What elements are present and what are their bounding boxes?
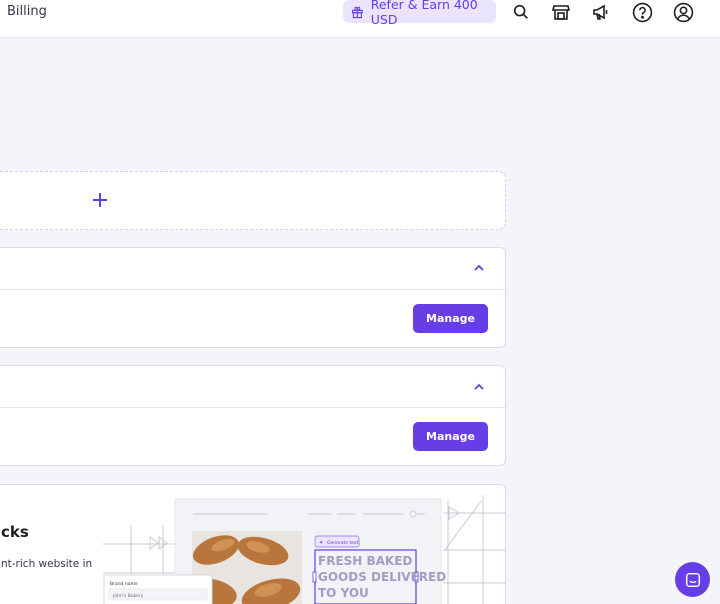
account-icon (673, 2, 693, 22)
manage-button[interactable]: Manage (413, 304, 488, 333)
promo-card: cks nt-rich website in ✦ Generate text F… (0, 484, 506, 604)
top-bar: Billing Refer & Earn 400 USD (0, 0, 720, 38)
chevron-up-icon[interactable] (472, 380, 486, 394)
refer-earn-button[interactable]: Refer & Earn 400 USD (343, 0, 496, 27)
nav-billing[interactable]: Billing (7, 4, 47, 19)
divider (0, 289, 505, 290)
search-button[interactable] (510, 1, 532, 23)
plus-icon[interactable] (90, 190, 110, 210)
chat-launcher-button[interactable] (675, 562, 710, 597)
mock-form-label: Brand name (110, 581, 138, 587)
gift-icon (352, 6, 363, 18)
mock-headline-line-3: TO YOU (318, 586, 369, 600)
website-builder-illustration: ✦ Generate text FRESH BAKED GOODS DELIVE… (103, 495, 505, 604)
account-button[interactable] (672, 1, 694, 23)
promo-description: nt-rich website in (1, 558, 93, 570)
divider (0, 407, 505, 408)
svg-text:✦: ✦ (319, 540, 323, 546)
chevron-up-icon[interactable] (472, 261, 486, 275)
store-button[interactable] (550, 1, 572, 23)
megaphone-icon (593, 4, 608, 20)
add-new-card[interactable] (0, 171, 506, 230)
refer-earn-label: Refer & Earn 400 USD (370, 0, 478, 27)
chat-icon (685, 572, 700, 587)
help-button[interactable] (631, 1, 653, 23)
store-icon (551, 5, 571, 20)
manage-button[interactable]: Manage (413, 422, 488, 451)
mock-form-value: John's Bakery (112, 593, 144, 599)
mock-chip-text: Generate text (327, 540, 359, 546)
mock-headline-line-1: FRESH BAKED (318, 554, 412, 568)
help-icon (632, 2, 652, 22)
search-icon (513, 4, 528, 19)
promo-title: cks (1, 523, 29, 541)
announcements-button[interactable] (590, 1, 612, 23)
mock-headline-line-2: GOODS DELIVERED (318, 570, 446, 584)
